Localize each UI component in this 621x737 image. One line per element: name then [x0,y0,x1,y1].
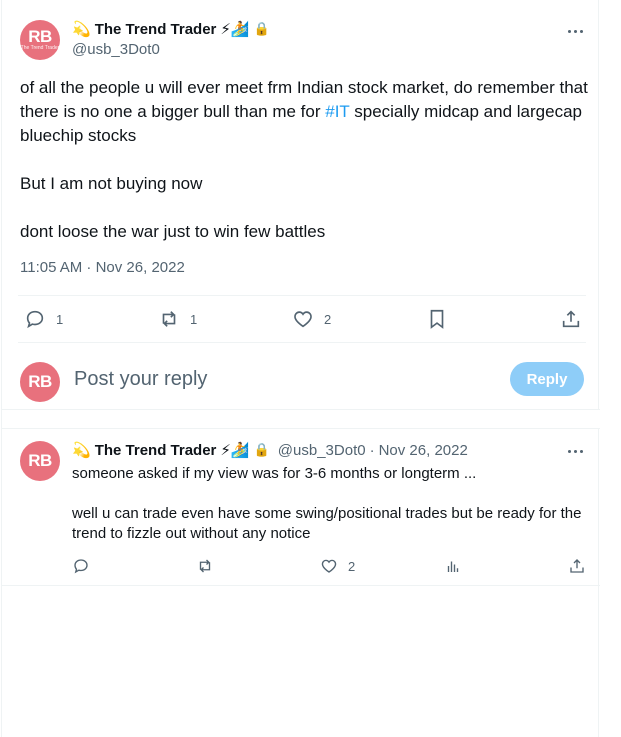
reply-author-handle[interactable]: @usb_3Dot0 [278,442,366,459]
bookmark-action[interactable] [426,296,448,342]
timeline-column: RB The Trend Trader 💫 The Trend Trader ⚡… [1,0,600,737]
reply-repost-action[interactable] [196,553,214,579]
reply-icon [26,310,44,329]
author-handle[interactable]: @usb_3Dot0 [72,41,160,58]
repost-icon [162,311,176,327]
like-action[interactable]: 2 [292,296,331,342]
more-options-icon[interactable] [565,21,585,41]
post-paragraph-1: of all the people u will ever meet frm I… [20,76,590,148]
reply-author-name[interactable]: The Trend Trader [95,442,217,459]
reply-input[interactable]: Post your reply [74,368,207,391]
post-timestamp[interactable]: 11:05 AM · Nov 26, 2022 [20,259,185,276]
reply-composer: RB Post your reply Reply [2,350,600,410]
main-post: RB The Trend Trader 💫 The Trend Trader ⚡… [2,0,600,410]
reply-icon [74,559,88,574]
reply-views-action[interactable] [444,553,462,579]
composer-avatar-initials: RB [28,372,52,391]
reply-paragraph-1: someone asked if my view was for 3-6 mon… [72,465,477,482]
reply-action[interactable]: 1 [24,296,63,342]
dizzy-icon: 💫 [72,442,91,459]
reply-like-count: 2 [348,558,356,574]
reply-avatar[interactable]: RB [20,441,60,481]
lightning-surf-icon: ⚡🏄 [220,21,250,38]
hashtag-link[interactable]: #IT [325,102,349,121]
post-paragraph-3: dont loose the war just to win few battl… [20,222,326,241]
reply-reply-action[interactable] [72,553,90,579]
composer-avatar[interactable]: RB [20,362,60,402]
reply-more-options-icon[interactable] [565,441,585,461]
heart-icon [294,311,312,328]
share-icon [562,310,580,328]
post-body: of all the people u will ever meet frm I… [20,76,590,244]
avatar-subtext: The Trend Trader [20,45,60,51]
avatar[interactable]: RB The Trend Trader [20,20,60,60]
repost-action[interactable]: 1 [158,296,197,342]
share-icon [570,559,584,573]
separator-dot: · [369,441,375,459]
bookmark-icon [430,309,444,329]
analytics-icon [447,561,459,572]
dizzy-icon: 💫 [72,21,91,38]
section-gap [2,410,600,428]
heart-icon [321,559,337,573]
reply-paragraph-2: well u can trade even have some swing/po… [72,505,582,542]
lock-icon: 🔒 [253,21,270,36]
reply-author-row: 💫 The Trend Trader ⚡🏄 🔒 @usb_3Dot0 · Nov… [72,441,468,460]
author-name[interactable]: The Trend Trader [95,21,217,38]
reply-action-bar: 2 [70,553,590,579]
reply-button[interactable]: Reply [510,362,584,396]
lock-icon: 🔒 [253,442,270,457]
avatar-initials: RB [28,27,52,46]
reply-body: someone asked if my view was for 3-6 mon… [72,464,582,544]
reply-share-action[interactable] [568,553,586,579]
like-count: 2 [324,311,332,327]
post-action-bar: 1 1 2 [18,295,586,343]
share-action[interactable] [560,296,582,342]
repost-count: 1 [190,311,198,327]
post-paragraph-2: But I am not buying now [20,174,203,193]
reply-count: 1 [56,311,64,327]
author-row: 💫 The Trend Trader ⚡🏄 🔒 [72,20,270,39]
lightning-surf-icon: ⚡🏄 [220,442,250,459]
reply-avatar-initials: RB [28,451,52,470]
repost-icon [199,559,211,573]
reply-post[interactable]: RB 💫 The Trend Trader ⚡🏄 🔒 @usb_3Dot0 · … [2,428,600,586]
reply-like-action[interactable]: 2 [320,553,355,579]
reply-date[interactable]: Nov 26, 2022 [379,442,468,459]
